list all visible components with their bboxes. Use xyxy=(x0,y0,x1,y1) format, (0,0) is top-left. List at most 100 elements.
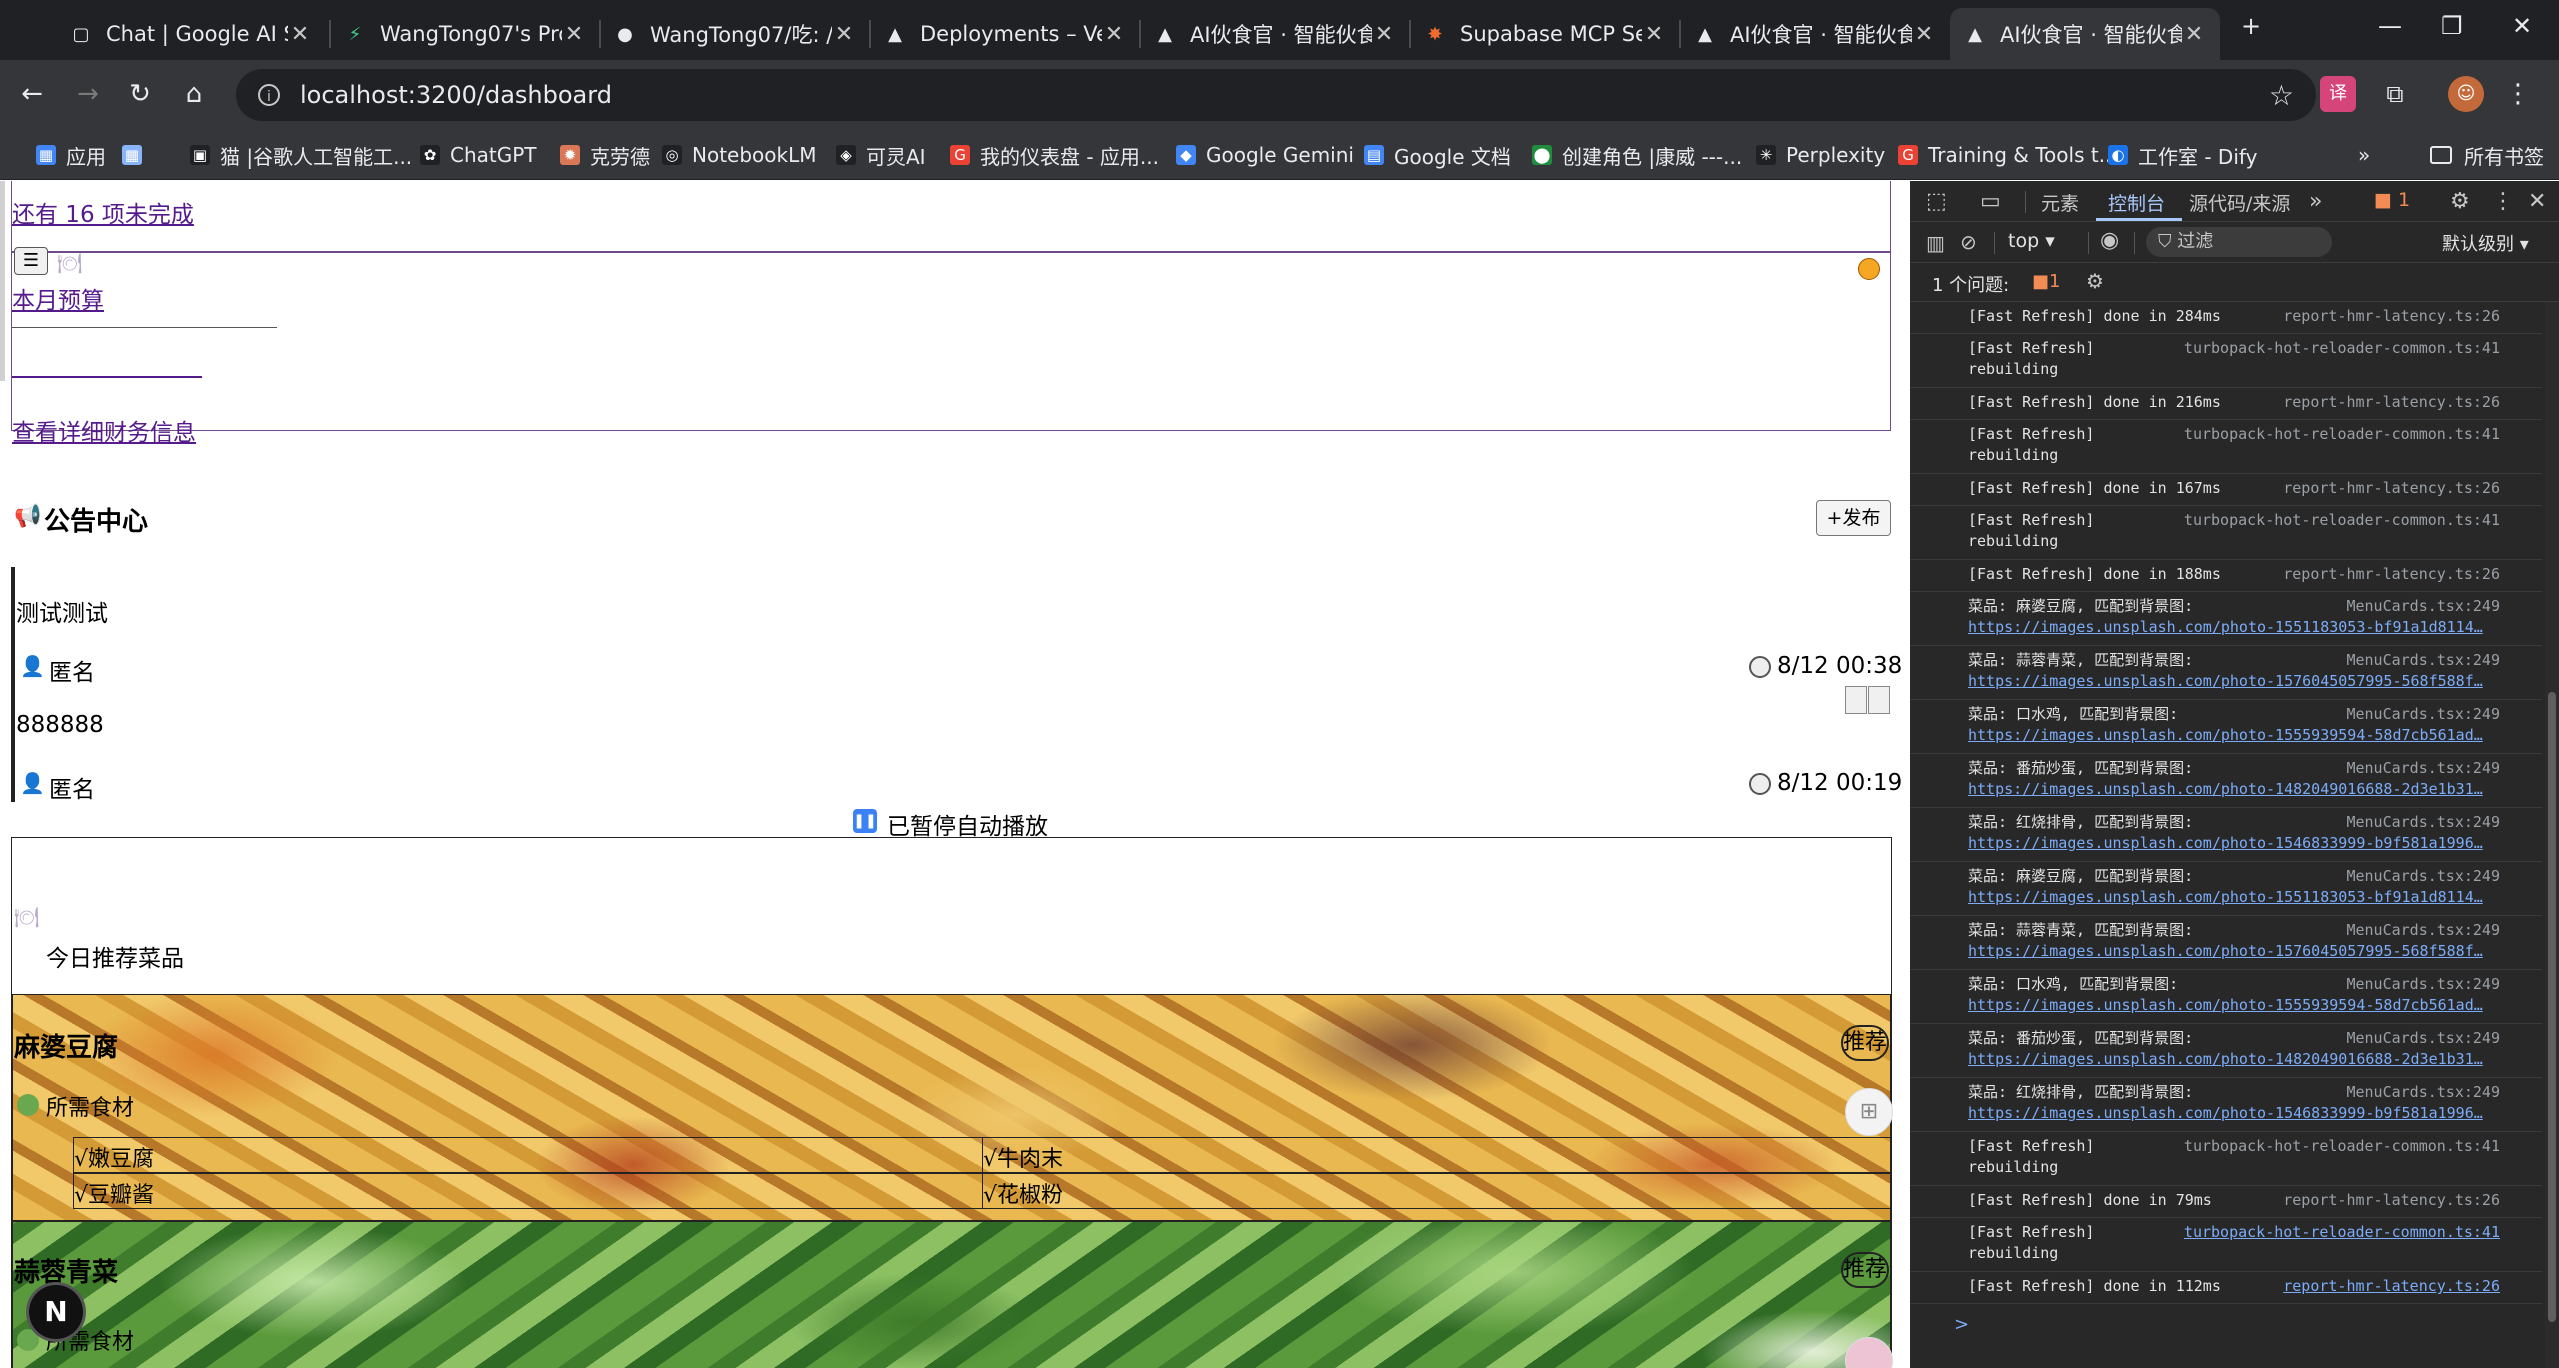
log-url-link[interactable]: https://images.unsplash.com/photo-154683… xyxy=(1968,833,2493,854)
log-url-link[interactable]: https://images.unsplash.com/photo-157604… xyxy=(1968,941,2493,962)
new-tab-button[interactable]: + xyxy=(2241,12,2261,40)
log-source-link[interactable]: report-hmr-latency.ts:26 xyxy=(2283,1276,2500,1297)
log-source-link[interactable]: turbopack-hot-reloader-common.ts:41 xyxy=(2184,1222,2500,1243)
bookmark-item[interactable]: ▦ 应用 xyxy=(36,138,106,172)
tab-elements[interactable]: 元素 xyxy=(2041,189,2079,216)
close-tab-icon[interactable]: ✕ xyxy=(2182,22,2206,47)
log-source-link[interactable]: turbopack-hot-reloader-common.ts:41 xyxy=(2184,1136,2500,1157)
dish-card[interactable]: 蒜蓉青菜 推荐 所需食材 xyxy=(12,1221,1891,1368)
log-source-link[interactable]: report-hmr-latency.ts:26 xyxy=(2283,564,2500,585)
context-selector[interactable]: top ▾ xyxy=(2008,230,2055,252)
log-url-link[interactable]: https://images.unsplash.com/photo-155118… xyxy=(1968,617,2493,638)
close-tab-icon[interactable]: ✕ xyxy=(288,22,312,47)
nextjs-badge[interactable]: N xyxy=(29,1285,83,1339)
browser-tab[interactable]: ✸ Supabase MCP Ser ✕ xyxy=(1410,8,1680,60)
close-tab-icon[interactable]: ✕ xyxy=(562,22,586,47)
browser-menu-icon[interactable]: ⋮ xyxy=(2500,76,2536,112)
issues-badge[interactable]: ■ 1 xyxy=(2374,189,2410,211)
bookmark-star-icon[interactable]: ☆ xyxy=(2269,79,2294,112)
log-source-link[interactable]: turbopack-hot-reloader-common.ts:41 xyxy=(2184,510,2500,531)
restore-icon[interactable]: ❐ xyxy=(2441,12,2463,40)
minimize-icon[interactable]: — xyxy=(2378,12,2402,40)
dish-card[interactable]: 麻婆豆腐 推荐 所需食材 √嫩豆腐 √牛肉末 √豆瓣酱 √花椒粉 xyxy=(12,994,1891,1221)
filter-input[interactable]: ⛉ 过滤 xyxy=(2146,227,2332,257)
menu-toggle-button[interactable]: ☰ xyxy=(14,247,48,275)
log-source-link[interactable]: turbopack-hot-reloader-common.ts:41 xyxy=(2184,338,2500,359)
settings-icon[interactable]: ⚙ xyxy=(2450,189,2470,214)
log-url-link[interactable]: https://images.unsplash.com/photo-155118… xyxy=(1968,887,2493,908)
browser-tab[interactable]: ▲ AI伙食官 · 智能伙食 ✕ xyxy=(1950,8,2220,60)
live-expression-eye-icon[interactable]: ◉ xyxy=(2100,228,2119,253)
log-url-link[interactable]: https://images.unsplash.com/photo-148204… xyxy=(1968,1049,2493,1070)
address-bar[interactable]: i localhost:3200/dashboard ☆ xyxy=(236,69,2316,121)
translate-extension-icon[interactable]: 译 xyxy=(2320,76,2356,112)
bookmark-item[interactable]: ▤ Google 文档 xyxy=(1364,138,1511,172)
issues-count[interactable]: ■1 xyxy=(2032,271,2060,292)
log-source-link[interactable]: MenuCards.tsx:249 xyxy=(2346,758,2500,779)
bookmark-item[interactable]: ✿ ChatGPT xyxy=(420,138,537,172)
reload-icon[interactable]: ↻ xyxy=(120,74,160,114)
log-source-link[interactable]: MenuCards.tsx:249 xyxy=(2346,866,2500,887)
log-source-link[interactable]: report-hmr-latency.ts:26 xyxy=(2283,392,2500,413)
float-tools-icon[interactable]: ⊞ xyxy=(1845,1088,1893,1136)
sidebar-toggle-icon[interactable]: ▥ xyxy=(1926,231,1945,255)
publish-button[interactable]: +发布 xyxy=(1816,500,1891,536)
carousel-next-button[interactable] xyxy=(1868,686,1890,714)
issues-label[interactable]: 1 个问题: xyxy=(1932,271,2009,297)
log-source-link[interactable]: MenuCards.tsx:249 xyxy=(2346,704,2500,725)
bookmark-item[interactable]: ▣ 猫 |谷歌人工智能工... xyxy=(190,138,412,172)
log-source-link[interactable]: MenuCards.tsx:249 xyxy=(2346,596,2500,617)
bookmark-item[interactable]: ◈ 可灵AI xyxy=(836,138,926,172)
log-url-link[interactable]: https://images.unsplash.com/photo-148204… xyxy=(1968,779,2493,800)
clear-console-icon[interactable]: ⊘ xyxy=(1960,230,1977,254)
log-source-link[interactable]: MenuCards.tsx:249 xyxy=(2346,812,2500,833)
console-scrollbar[interactable] xyxy=(2545,302,2559,1368)
browser-tab[interactable]: ⚡ WangTong07's Proj ✕ xyxy=(330,8,600,60)
log-url-link[interactable]: https://images.unsplash.com/photo-155593… xyxy=(1968,725,2493,746)
browser-tab[interactable]: ▢ Chat | Google AI St ✕ xyxy=(56,8,326,60)
bookmark-item[interactable]: ◐ 工作室 - Dify xyxy=(2108,138,2257,172)
bookmark-item[interactable]: ▦ xyxy=(122,138,152,172)
carousel-prev-button[interactable] xyxy=(1845,686,1867,714)
bookmark-item[interactable]: G 我的仪表盘 - 应用... xyxy=(950,138,1159,172)
log-source-link[interactable]: turbopack-hot-reloader-common.ts:41 xyxy=(2184,424,2500,445)
log-source-link[interactable]: MenuCards.tsx:249 xyxy=(2346,974,2500,995)
close-tab-icon[interactable]: ✕ xyxy=(1912,22,1936,47)
bookmark-item[interactable]: ◎ NotebookLM xyxy=(662,138,817,172)
moneybag-icon[interactable] xyxy=(1858,258,1880,280)
bookmark-item[interactable]: ⬤ 创建角色 |康威 ---... xyxy=(1532,138,1742,172)
bookmark-item[interactable]: ✳ Perplexity xyxy=(1756,138,1885,172)
browser-tab[interactable]: ▲ AI伙食官 · 智能伙食 ✕ xyxy=(1140,8,1410,60)
devtools-menu-icon[interactable]: ⋮ xyxy=(2492,189,2514,214)
inspect-icon[interactable]: ⬚ xyxy=(1926,189,1947,214)
home-icon[interactable]: ⌂ xyxy=(174,74,214,114)
log-source-link[interactable]: MenuCards.tsx:249 xyxy=(2346,1028,2500,1049)
url-text[interactable]: localhost:3200/dashboard xyxy=(300,81,2269,109)
close-tab-icon[interactable]: ✕ xyxy=(1642,22,1666,47)
log-url-link[interactable]: https://images.unsplash.com/photo-155593… xyxy=(1968,995,2493,1016)
log-url-link[interactable]: https://images.unsplash.com/photo-154683… xyxy=(1968,1103,2493,1124)
back-icon[interactable]: ← xyxy=(12,74,52,114)
log-source-link[interactable]: MenuCards.tsx:249 xyxy=(2346,920,2500,941)
close-window-icon[interactable]: ✕ xyxy=(2512,12,2532,40)
log-source-link[interactable]: report-hmr-latency.ts:26 xyxy=(2283,1190,2500,1211)
extensions-puzzle-icon[interactable]: ⧉ xyxy=(2377,76,2413,112)
pause-icon[interactable]: ❚❚ xyxy=(853,809,877,833)
log-source-link[interactable]: report-hmr-latency.ts:26 xyxy=(2283,306,2500,327)
bookmark-item[interactable]: ✹ 克劳德 xyxy=(560,138,650,172)
tab-sources[interactable]: 源代码/来源 xyxy=(2189,189,2290,216)
site-info-icon[interactable]: i xyxy=(258,84,280,106)
close-tab-icon[interactable]: ✕ xyxy=(1372,22,1396,47)
pending-link[interactable]: 还有 16 项未完成 xyxy=(12,195,194,229)
budget-link[interactable]: 本月预算 xyxy=(12,281,104,315)
close-tab-icon[interactable]: ✕ xyxy=(832,22,856,47)
all-bookmarks-button[interactable]: 所有书签 xyxy=(2430,138,2544,172)
log-source-link[interactable]: MenuCards.tsx:249 xyxy=(2346,650,2500,671)
budget-underline-link[interactable] xyxy=(12,376,202,378)
log-source-link[interactable]: MenuCards.tsx:249 xyxy=(2346,1082,2500,1103)
finance-link[interactable]: 查看详细财务信息 xyxy=(12,413,196,447)
profile-avatar[interactable]: ☺ xyxy=(2448,76,2484,112)
log-level-dropdown[interactable]: 默认级别 ▾ xyxy=(2442,230,2529,256)
log-source-link[interactable]: report-hmr-latency.ts:26 xyxy=(2283,478,2500,499)
device-toolbar-icon[interactable]: ▭ xyxy=(1980,189,2001,214)
